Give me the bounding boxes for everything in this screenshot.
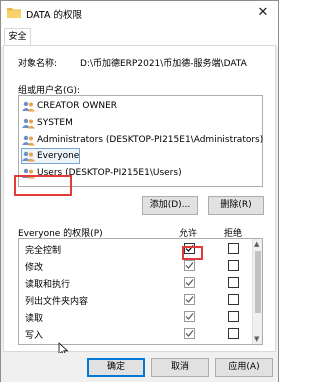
checkmark-icon bbox=[185, 313, 194, 320]
permission-name: 读取 bbox=[25, 314, 44, 324]
apply-button[interactable]: 应用(A) bbox=[215, 358, 273, 377]
permissions-table: 完全控制 修改 读取和执行 列出文件夹内容 读取 写入 ▲ ▼ bbox=[18, 238, 263, 345]
permission-name: 写入 bbox=[25, 331, 44, 341]
groups-list[interactable]: CREATOR OWNER SYSTEM Administrators (DES… bbox=[18, 95, 263, 187]
remove-button[interactable]: 删除(R) bbox=[208, 196, 264, 215]
deny-checkbox[interactable] bbox=[228, 243, 239, 254]
permission-name: 完全控制 bbox=[25, 246, 62, 256]
checkmark-icon bbox=[185, 330, 194, 337]
permission-row: 读取和执行 bbox=[19, 275, 262, 290]
deny-checkbox[interactable] bbox=[228, 311, 239, 322]
deny-checkbox[interactable] bbox=[228, 277, 239, 288]
users-icon bbox=[22, 151, 35, 161]
highlight-box-full-control bbox=[182, 246, 203, 260]
group-name: CREATOR OWNER bbox=[37, 101, 118, 111]
cancel-button[interactable]: 取消 bbox=[151, 358, 209, 377]
allow-checkbox[interactable] bbox=[184, 294, 195, 305]
deny-checkbox[interactable] bbox=[228, 294, 239, 305]
permission-row: 写入 bbox=[19, 326, 262, 341]
list-item-administrators[interactable]: Administrators (DESKTOP-PI215E1\Administ… bbox=[22, 133, 263, 147]
folder-icon bbox=[7, 8, 21, 18]
list-item-everyone[interactable]: Everyone bbox=[20, 148, 81, 164]
group-name: Everyone bbox=[37, 151, 80, 161]
security-panel: 对象名称: D:\币加德ERP2021\币加德-服务端\DATA 组或用户名(G… bbox=[3, 45, 276, 358]
scroll-thumb[interactable] bbox=[255, 251, 261, 313]
close-button[interactable]: ✕ bbox=[252, 3, 274, 23]
deny-checkbox[interactable] bbox=[228, 328, 239, 339]
tab-strip: 安全 bbox=[1, 26, 278, 47]
object-name-label: 对象名称: bbox=[18, 59, 58, 69]
dialog-footer: 确定 取消 应用(A) bbox=[1, 353, 278, 382]
list-item-creator-owner[interactable]: CREATOR OWNER bbox=[22, 99, 117, 113]
users-icon bbox=[22, 118, 35, 128]
add-button[interactable]: 添加(D)... bbox=[142, 196, 198, 215]
allow-checkbox[interactable] bbox=[184, 260, 195, 271]
scroll-up-arrow-icon[interactable]: ▲ bbox=[254, 240, 259, 248]
checkmark-icon bbox=[185, 279, 194, 286]
permission-name: 读取和执行 bbox=[25, 280, 71, 290]
allow-checkbox[interactable] bbox=[184, 277, 195, 288]
ok-button[interactable]: 确定 bbox=[87, 358, 145, 377]
title-bar: DATA 的权限 ✕ bbox=[1, 1, 278, 26]
permission-name: 列出文件夹内容 bbox=[25, 297, 89, 307]
list-item-system[interactable]: SYSTEM bbox=[22, 116, 73, 130]
permission-row: 读取 bbox=[19, 309, 262, 324]
window-title: DATA 的权限 bbox=[26, 10, 82, 21]
scroll-down-arrow-icon[interactable]: ▼ bbox=[254, 335, 259, 343]
permissions-scrollbar[interactable]: ▲ ▼ bbox=[252, 239, 262, 344]
object-name-value: D:\币加德ERP2021\币加德-服务端\DATA bbox=[80, 59, 247, 69]
users-icon bbox=[22, 135, 35, 145]
permission-name: 修改 bbox=[25, 263, 44, 273]
allow-checkbox[interactable] bbox=[184, 311, 195, 322]
group-name: Administrators (DESKTOP-PI215E1\Administ… bbox=[37, 135, 264, 145]
checkmark-icon bbox=[185, 296, 194, 303]
deny-checkbox[interactable] bbox=[228, 260, 239, 271]
permission-row: 完全控制 bbox=[19, 241, 262, 256]
permission-row: 修改 bbox=[19, 258, 262, 273]
permission-row: 列出文件夹内容 bbox=[19, 292, 262, 307]
highlight-box-everyone bbox=[14, 175, 72, 196]
users-icon bbox=[22, 101, 35, 111]
group-name: SYSTEM bbox=[37, 118, 73, 128]
checkmark-icon bbox=[185, 262, 194, 269]
allow-checkbox[interactable] bbox=[184, 328, 195, 339]
permissions-dialog: DATA 的权限 ✕ 安全 对象名称: D:\币加德ERP2021\币加德-服务… bbox=[0, 0, 279, 382]
